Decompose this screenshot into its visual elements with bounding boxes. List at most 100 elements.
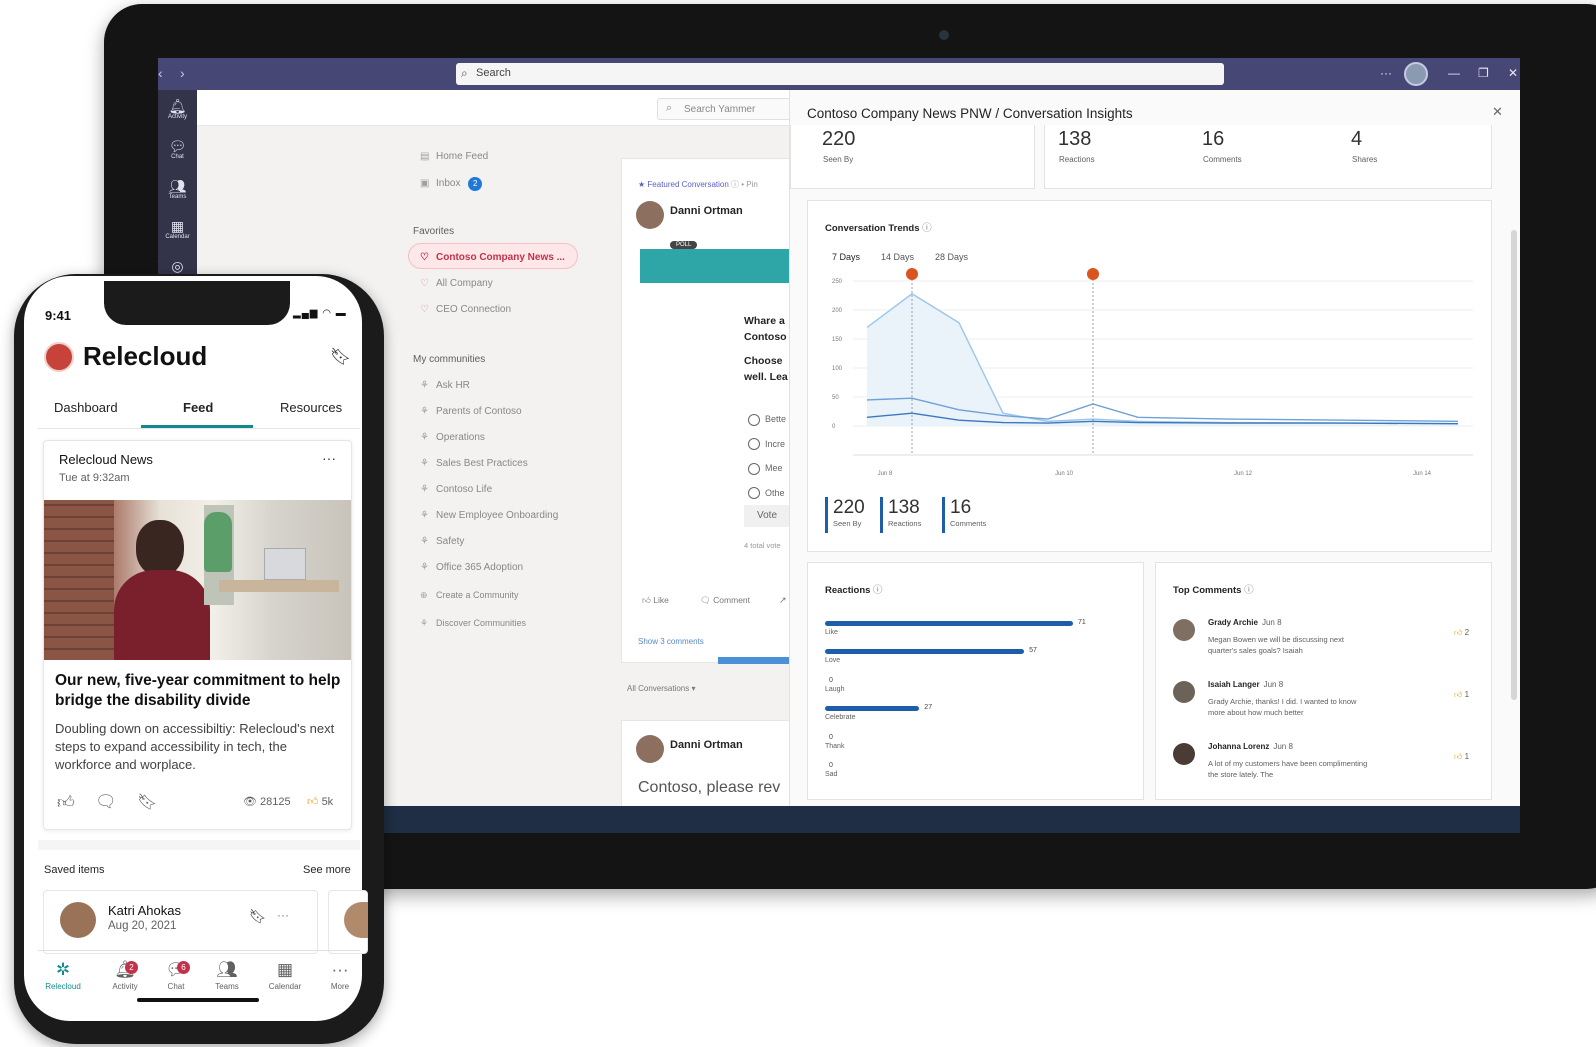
reaction-bar — [825, 621, 1073, 626]
chat-icon: 💬︎ — [165, 960, 187, 979]
favorite-item-all-company[interactable]: ♡ All Company — [420, 278, 493, 289]
nav-more[interactable]: ··· More — [315, 960, 365, 991]
community-item[interactable]: ⚘ Contoso Life — [420, 484, 492, 495]
nav-relecloud[interactable]: ✲ Relecloud — [38, 960, 88, 991]
close-window-icon[interactable]: ✕ — [1508, 66, 1518, 80]
top-comments-title: Top Comments ⓘ — [1173, 585, 1254, 596]
community-item[interactable]: ⚘ Safety — [420, 536, 464, 547]
comment-author[interactable]: Isaiah Langer Jun 8 — [1208, 680, 1283, 689]
saved-item-date: Aug 20, 2021 — [108, 920, 177, 932]
commenter-avatar — [1173, 743, 1195, 765]
community-item[interactable]: ⚘ New Employee Onboarding — [420, 510, 558, 521]
tab-dashboard[interactable]: Dashboard — [54, 400, 118, 415]
saved-item-avatar — [60, 902, 96, 938]
plus-circle-icon: ⊕ — [420, 590, 428, 600]
author-avatar — [636, 735, 664, 763]
favorite-item-contoso-news[interactable]: ♡ Contoso Company News ... — [420, 252, 565, 263]
reaction-label: Sad — [825, 771, 838, 778]
forward-arrow-icon[interactable]: › — [180, 65, 185, 81]
comment-icon[interactable]: 🗨︎ — [95, 792, 117, 812]
poll-option[interactable]: Bette — [748, 407, 786, 432]
chevron-down-icon: ▾ — [691, 684, 696, 693]
nav-calendar[interactable]: ▦ Calendar — [260, 960, 310, 991]
stat-value: 4 — [1351, 128, 1363, 150]
share-icon[interactable]: ↗ — [779, 595, 787, 606]
bookmark-icon[interactable]: 🔖︎ — [249, 908, 267, 925]
restore-icon[interactable]: ❐ — [1478, 66, 1489, 80]
more-options-icon[interactable]: ··· — [277, 908, 289, 922]
like-button[interactable]: 👍︎ Like — [642, 595, 669, 606]
comment-author[interactable]: Johanna Lorenz Jun 8 — [1208, 742, 1293, 751]
trends-panel: Conversation Trends ⓘ 7 Days 14 Days 28 … — [807, 200, 1492, 552]
comment-button[interactable]: 🗨︎ Comment — [700, 595, 750, 606]
calls-icon: ◎ — [171, 258, 184, 274]
yammer-search-input[interactable]: ⌕ Search Yammer — [657, 98, 797, 120]
minimize-icon[interactable]: — — [1448, 66, 1460, 80]
community-icon: ⚘ — [420, 510, 429, 521]
more-options-icon[interactable]: ··· — [322, 450, 336, 466]
show-comments-link[interactable]: Show 3 comments — [638, 637, 704, 646]
nav-teams[interactable]: 👥︎ Teams — [202, 960, 252, 991]
community-item[interactable]: ⚘ Operations — [420, 432, 485, 443]
like-icon[interactable]: 👍︎ — [57, 792, 75, 813]
reaction-bar — [825, 649, 1025, 655]
reaction-label: Love — [825, 657, 841, 665]
info-icon: ⓘ — [922, 223, 932, 234]
stat-value: 16 — [1202, 128, 1225, 150]
community-item[interactable]: ⚘ Office 365 Adoption — [420, 562, 523, 573]
favorite-item-ceo[interactable]: ♡ CEO Connection — [420, 304, 511, 315]
user-avatar[interactable] — [1404, 62, 1428, 86]
home-feed-link[interactable]: ▤ Home Feed — [420, 151, 488, 162]
nav-chat[interactable]: 💬︎ Chat — [151, 960, 201, 991]
inbox-link[interactable]: ▣ Inbox 2 — [420, 177, 483, 191]
post-author[interactable]: Danni Ortman — [670, 739, 743, 751]
reaction-value: 0 — [829, 733, 833, 741]
save-icon[interactable]: 🔖︎ — [137, 792, 157, 812]
community-item[interactable]: ⚘ Ask HR — [420, 380, 470, 391]
relecloud-icon: ✲ — [55, 960, 71, 979]
nav-divider — [38, 950, 360, 951]
poll-option[interactable]: Othe — [748, 481, 786, 506]
discover-communities-link[interactable]: ⚘ Discover Communities — [420, 618, 526, 629]
comment-author[interactable]: Grady Archie Jun 8 — [1208, 618, 1282, 627]
back-arrow-icon[interactable]: ‹ — [158, 65, 163, 81]
post-author[interactable]: Danni Ortman — [670, 205, 743, 217]
community-icon: ⚘ — [420, 562, 429, 573]
news-headline[interactable]: Our new, five-year commitment to help br… — [55, 671, 341, 711]
rail-teams[interactable]: 👥︎ Teams — [158, 178, 197, 200]
community-item[interactable]: ⚘ Parents of Contoso — [420, 406, 522, 417]
radio-icon — [748, 413, 760, 426]
more-options-icon[interactable]: ··· — [1380, 66, 1392, 80]
create-community-link[interactable]: ⊕ Create a Community — [420, 590, 519, 601]
rail-chat[interactable]: 💬︎ Chat — [158, 138, 197, 160]
rail-calls[interactable]: ◎ — [158, 258, 197, 274]
section-gap — [38, 840, 360, 850]
close-icon[interactable]: ✕ — [1492, 104, 1503, 120]
status-time: 9:41 — [45, 308, 72, 323]
trends-title: Conversation Trends ⓘ — [825, 223, 932, 234]
community-icon: ⚘ — [420, 380, 429, 391]
rail-calendar[interactable]: ▦ Calendar — [158, 218, 197, 240]
scrollbar[interactable] — [1511, 230, 1517, 700]
commenter-avatar — [1173, 681, 1195, 703]
bottom-stat: 138 Reactions — [880, 497, 921, 533]
vote-button[interactable]: Vote — [744, 505, 790, 527]
see-more-link[interactable]: See more — [303, 864, 351, 876]
poll-option[interactable]: Incre — [748, 432, 786, 457]
reaction-value: 27 — [924, 704, 933, 712]
tab-feed[interactable]: Feed — [183, 400, 213, 415]
tab-resources[interactable]: Resources — [280, 400, 342, 415]
y-tick-label: 200 — [832, 308, 843, 314]
bookmark-icon[interactable]: 🔖︎ — [330, 347, 352, 367]
background-person — [204, 512, 232, 572]
title-bar: ‹ › ⌕ Search ··· — ❐ ✕ — [158, 58, 1520, 90]
all-conversations-filter[interactable]: All Conversations ▾ — [627, 684, 696, 693]
insights-panel: Contoso Company News PNW / Conversation … — [789, 90, 1520, 833]
reply-bar — [718, 657, 792, 664]
teams-search-input[interactable]: ⌕ Search — [456, 63, 1224, 85]
x-tick-label: Jun 14 — [1413, 471, 1432, 477]
news-source: Relecloud News — [59, 452, 153, 467]
community-item[interactable]: ⚘ Sales Best Practices — [420, 458, 528, 469]
rail-activity[interactable]: 🔔︎ Activity — [158, 98, 197, 120]
poll-option[interactable]: Mee — [748, 456, 786, 481]
